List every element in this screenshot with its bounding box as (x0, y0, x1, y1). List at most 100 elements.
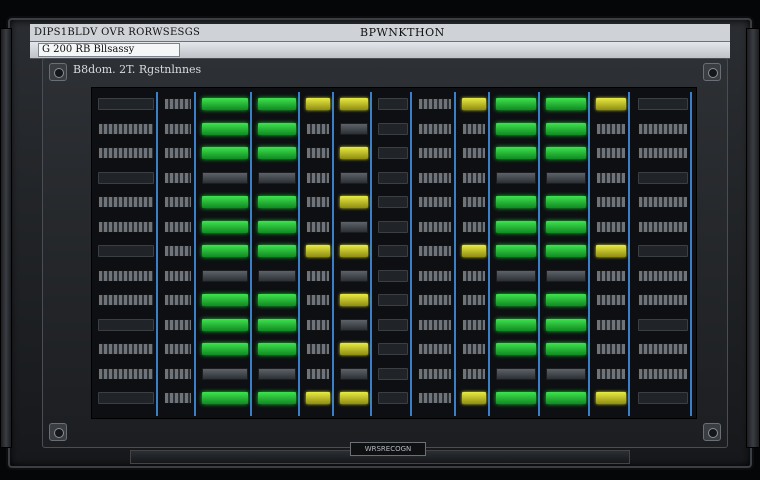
drive-bay (306, 196, 330, 208)
drive-bay (378, 245, 408, 257)
drive-bay (306, 392, 330, 404)
drive-column (460, 92, 490, 416)
address-input[interactable]: G 200 RB Bllsassy (38, 43, 180, 57)
drive-bay (418, 220, 452, 233)
drive-bay (164, 98, 192, 110)
drive-column (162, 92, 196, 416)
drive-bay (378, 294, 408, 306)
drive-bay (340, 147, 368, 159)
drive-bay (378, 392, 408, 404)
drive-bay (164, 122, 192, 135)
drive-bay (546, 367, 586, 380)
drive-bay (202, 220, 248, 233)
drive-bay (202, 367, 248, 380)
drive-bay (378, 220, 408, 233)
drive-bay (462, 98, 486, 110)
drive-column (338, 92, 372, 416)
window-subtitle: DIPS1BLDV OVR RORWSESGS (34, 27, 201, 38)
drive-bay (258, 147, 296, 159)
drive-bay (202, 318, 248, 331)
drive-bay (418, 147, 452, 159)
drive-bay (638, 392, 688, 404)
drive-bay (258, 220, 296, 233)
drive-bay (340, 171, 368, 184)
drive-bay (546, 98, 586, 110)
drive-bay (340, 269, 368, 282)
drive-bay (306, 343, 330, 355)
drive-bay (378, 343, 408, 355)
drive-column (304, 92, 334, 416)
drive-bay (258, 171, 296, 184)
drive-bay (596, 245, 626, 257)
drive-bay (202, 171, 248, 184)
drive-bay (462, 367, 486, 380)
drive-bay (306, 318, 330, 331)
left-rail (0, 28, 12, 448)
drive-column (594, 92, 630, 416)
drive-bay (378, 367, 408, 380)
drive-bay (462, 245, 486, 257)
drive-bay (546, 196, 586, 208)
drive-bay (596, 343, 626, 355)
drive-bay (306, 98, 330, 110)
drive-bay (546, 269, 586, 282)
drive-bay (202, 147, 248, 159)
drive-bay (496, 318, 536, 331)
drive-bay (164, 343, 192, 355)
drive-bay (340, 220, 368, 233)
drive-bay (496, 367, 536, 380)
drive-bay (378, 122, 408, 135)
drive-bay (546, 392, 586, 404)
drive-bay (258, 245, 296, 257)
drive-bay (340, 122, 368, 135)
drive-bay (462, 392, 486, 404)
drive-bay (638, 147, 688, 159)
drive-bay (596, 196, 626, 208)
drive-bay (418, 98, 452, 110)
drive-bay (258, 122, 296, 135)
drive-column (96, 92, 158, 416)
drive-bay (164, 294, 192, 306)
drive-bay (378, 196, 408, 208)
drive-bay (418, 294, 452, 306)
drive-bay (258, 269, 296, 282)
right-rail (746, 28, 760, 448)
drive-bay (98, 98, 154, 110)
drive-bay (638, 171, 688, 184)
drive-bay (98, 171, 154, 184)
drive-bay (596, 294, 626, 306)
drive-bay (164, 220, 192, 233)
drive-bay (638, 294, 688, 306)
drive-bay (98, 122, 154, 135)
drive-bay (596, 220, 626, 233)
drive-bay (546, 245, 586, 257)
drive-bay (98, 294, 154, 306)
drive-bay (378, 269, 408, 282)
drive-bay (496, 294, 536, 306)
screw-icon (703, 63, 721, 81)
drive-bay (546, 220, 586, 233)
drive-bay (496, 122, 536, 135)
server-panel: B8dom. 2T. Rgstnlnnes (42, 58, 728, 448)
drive-bay (340, 343, 368, 355)
drive-bay (340, 367, 368, 380)
drive-bay (546, 122, 586, 135)
drive-bay (258, 367, 296, 380)
drive-bay (378, 171, 408, 184)
drive-bay (98, 318, 154, 331)
drive-bay (258, 196, 296, 208)
drive-bay (98, 269, 154, 282)
drive-bay (596, 98, 626, 110)
drive-bay (202, 98, 248, 110)
drive-bay (496, 245, 536, 257)
drive-bay (418, 171, 452, 184)
drive-rack (91, 87, 697, 419)
drive-bay (638, 122, 688, 135)
drive-bay (378, 318, 408, 331)
drive-bay (98, 392, 154, 404)
drive-bay (418, 343, 452, 355)
drive-bay (340, 392, 368, 404)
drive-bay (258, 294, 296, 306)
drive-bay (496, 392, 536, 404)
drive-bay (546, 318, 586, 331)
